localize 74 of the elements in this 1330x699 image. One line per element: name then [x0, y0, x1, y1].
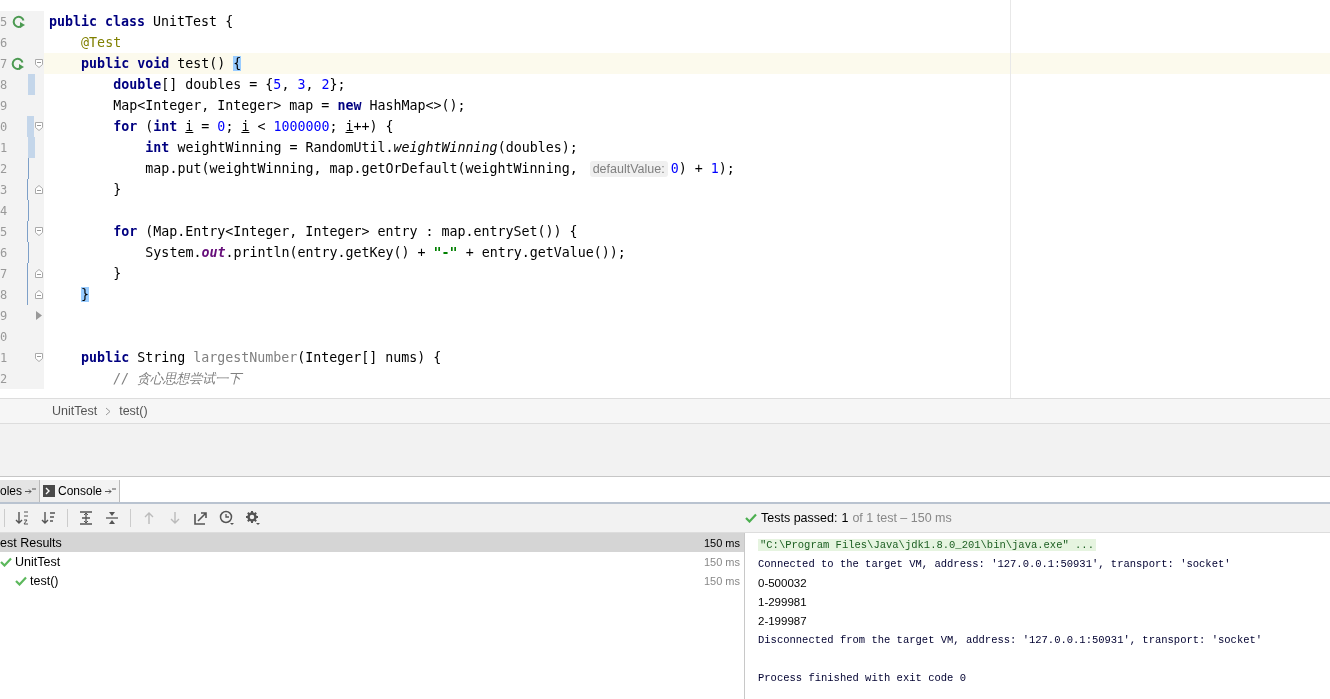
test-duration: 150 ms: [702, 574, 741, 587]
tree-header-row[interactable]: est Results 150 ms: [0, 533, 744, 552]
status-label: Tests passed:: [761, 511, 838, 525]
status-detail: of 1 test – 150 ms: [852, 511, 952, 525]
line-number: 1: [0, 350, 9, 365]
check-icon: [745, 513, 757, 523]
line-number: 7: [0, 56, 9, 71]
line-number: 6: [0, 245, 9, 260]
code-line: double[] doubles = {5, 3, 2};: [112, 77, 346, 92]
fold-icon[interactable]: [34, 226, 44, 237]
test-duration: 150 ms: [702, 536, 741, 549]
tree-item[interactable]: est Results: [0, 535, 62, 550]
tree-item[interactable]: UnitTest: [15, 554, 61, 569]
line-number: 6: [0, 35, 9, 50]
run-icon[interactable]: [11, 56, 26, 71]
code-line: System.out.println(entry.getKey() + "-" + entry.getValue());: [144, 245, 626, 260]
tool-tab[interactable]: oles: [0, 480, 40, 502]
code-line: @Test: [80, 35, 122, 50]
pin-icon: [105, 487, 117, 495]
console-line: 2-199987: [758, 614, 807, 627]
line-number: 9: [0, 308, 9, 323]
fold-icon[interactable]: [34, 289, 44, 300]
line-number: 5: [0, 14, 9, 29]
code-line: // 贪心思想尝试一下: [112, 369, 242, 388]
test-duration: 150 ms: [702, 555, 741, 568]
fold-icon[interactable]: [34, 121, 44, 132]
code-line: public class UnitTest {: [48, 14, 234, 29]
console-line: 0-500032: [758, 576, 807, 589]
expand-arrow-icon[interactable]: [34, 310, 44, 321]
breadcrumb[interactable]: UnitTest: [52, 404, 98, 418]
code-line: Map<Integer, Integer> map = new HashMap<>();: [112, 98, 466, 113]
settings-icon[interactable]: [245, 510, 261, 526]
code-line: for (Map.Entry<Integer, Integer> entry : map.entrySet()) {: [112, 224, 578, 239]
code-line: map.put(weightWinning, map.getOrDefault(weightWinning, defaultValue: 0) + 1);: [144, 161, 735, 176]
expand-all-icon[interactable]: [78, 510, 94, 526]
console-line: Disconnected from the target VM, address: '127.0.0.1:50931', transport: 'socket': [758, 633, 1263, 646]
tree-item[interactable]: test(): [30, 573, 59, 588]
tool-tab[interactable]: Console: [40, 480, 121, 502]
line-number: 8: [0, 77, 9, 92]
history-clock-icon[interactable]: [219, 510, 235, 526]
line-number: 2: [0, 161, 9, 176]
code-line: public String largestNumber(Integer[] nums) {: [80, 350, 442, 365]
code-line: }: [112, 266, 122, 281]
export-icon[interactable]: [193, 510, 209, 526]
line-number: 4: [0, 203, 9, 218]
sort-by-duration-icon[interactable]: [41, 510, 57, 526]
fold-icon[interactable]: [34, 184, 44, 195]
sort-alphabetically-icon[interactable]: [15, 510, 31, 526]
line-number: 9: [0, 98, 9, 113]
code-line: for (int i = 0; i < 1000000; i++) {: [112, 119, 394, 134]
breadcrumb[interactable]: test(): [119, 404, 148, 418]
line-number: 3: [0, 182, 9, 197]
console-line: Process finished with exit code 0: [758, 671, 966, 684]
collapse-all-icon[interactable]: [104, 510, 120, 526]
line-number: 0: [0, 119, 9, 134]
code-line: public void test() {: [80, 56, 242, 71]
console-line: Connected to the target VM, address: '127.0.0.1:50931', transport: 'socket': [758, 557, 1231, 570]
code-line: int weightWinning = RandomUtil.weightWinning(doubles);: [144, 140, 578, 155]
line-number: 8: [0, 287, 9, 302]
run-icon[interactable]: [11, 14, 26, 29]
chevron-icon: [105, 406, 112, 416]
line-number: 5: [0, 224, 9, 239]
line-number: 0: [0, 329, 9, 344]
fold-icon[interactable]: [34, 58, 44, 69]
code-line: }: [112, 182, 122, 197]
line-number: 7: [0, 266, 9, 281]
status-count: 1: [841, 511, 849, 525]
fold-icon[interactable]: [34, 268, 44, 279]
console-line: 1-299981: [758, 595, 807, 608]
line-number: 1: [0, 140, 9, 155]
fold-icon[interactable]: [34, 352, 44, 363]
pin-icon: [25, 487, 36, 495]
line-number: 2: [0, 371, 9, 386]
console-icon: [43, 485, 55, 497]
